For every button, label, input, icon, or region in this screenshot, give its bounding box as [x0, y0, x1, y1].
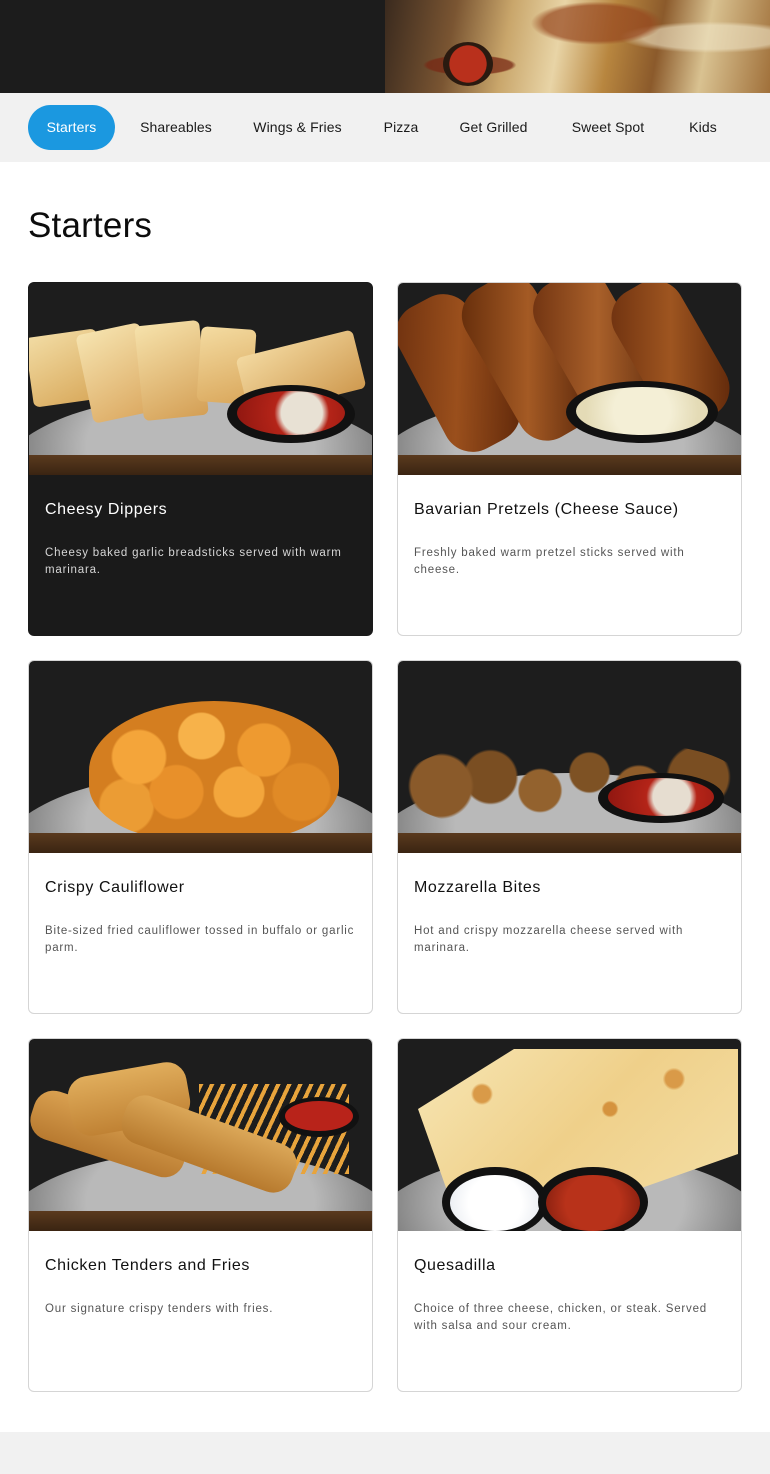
- menu-item-name: Mozzarella Bites: [414, 879, 541, 896]
- menu-item-name: Chicken Tenders and Fries: [45, 1257, 251, 1274]
- menu-item-name: Bavarian Pretzels (Cheese Sauce): [414, 501, 679, 518]
- quesadilla-photo-icon: [398, 1039, 741, 1231]
- tab-starters[interactable]: Starters: [28, 105, 115, 150]
- menu-item-description: Our signature crispy tenders with fries.: [45, 1303, 274, 1315]
- tab-get-grilled[interactable]: Get Grilled: [446, 105, 541, 150]
- tab-shareables[interactable]: Shareables: [127, 105, 225, 150]
- breadsticks-photo-icon: [29, 283, 372, 475]
- menu-item-name: Cheesy Dippers: [45, 501, 168, 518]
- pretzels-photo-icon: [398, 283, 741, 475]
- tab-sweet-spot[interactable]: Sweet Spot: [558, 105, 658, 150]
- menu-item-name: Quesadilla: [414, 1257, 496, 1274]
- menu-item-description: Cheesy baked garlic breadsticks served w…: [45, 547, 342, 576]
- menu-item-card[interactable]: Bavarian Pretzels (Cheese Sauce) Freshly…: [397, 282, 742, 636]
- category-nav: Starters Shareables Wings & Fries Pizza …: [0, 93, 770, 162]
- menu-item-card[interactable]: Chicken Tenders and Fries Our signature …: [28, 1038, 373, 1392]
- menu-item-card[interactable]: Cheesy Dippers Cheesy baked garlic bread…: [28, 282, 373, 636]
- hero-text-panel: [0, 0, 385, 93]
- menu-item-card[interactable]: Quesadilla Choice of three cheese, chick…: [397, 1038, 742, 1392]
- menu-item-description: Freshly baked warm pretzel sticks served…: [414, 547, 685, 576]
- section-title: Starters: [28, 206, 153, 245]
- chicken-tenders-photo-icon: [29, 1039, 372, 1231]
- menu-item-description: Hot and crispy mozzarella cheese served …: [414, 925, 684, 954]
- tab-pizza[interactable]: Pizza: [371, 105, 431, 150]
- menu-item-description: Bite-sized fried cauliflower tossed in b…: [45, 925, 355, 954]
- menu-item-card[interactable]: Mozzarella Bites Hot and crispy mozzarel…: [397, 660, 742, 1014]
- menu-item-card[interactable]: Crispy Cauliflower Bite-sized fried caul…: [28, 660, 373, 1014]
- menu-item-description: Choice of three cheese, chicken, or stea…: [414, 1303, 707, 1332]
- hero-food-photo: [385, 0, 770, 93]
- marinara-cup-icon: [443, 42, 493, 86]
- hero-banner: [0, 0, 770, 93]
- mozzarella-bites-photo-icon: [398, 661, 741, 853]
- tab-wings-fries[interactable]: Wings & Fries: [240, 105, 355, 150]
- hero-text-cropped: [28, 0, 258, 2]
- cauliflower-photo-icon: [29, 661, 372, 853]
- footer-band: [0, 1432, 770, 1474]
- tab-kids[interactable]: Kids: [676, 105, 730, 150]
- menu-item-name: Crispy Cauliflower: [45, 879, 185, 896]
